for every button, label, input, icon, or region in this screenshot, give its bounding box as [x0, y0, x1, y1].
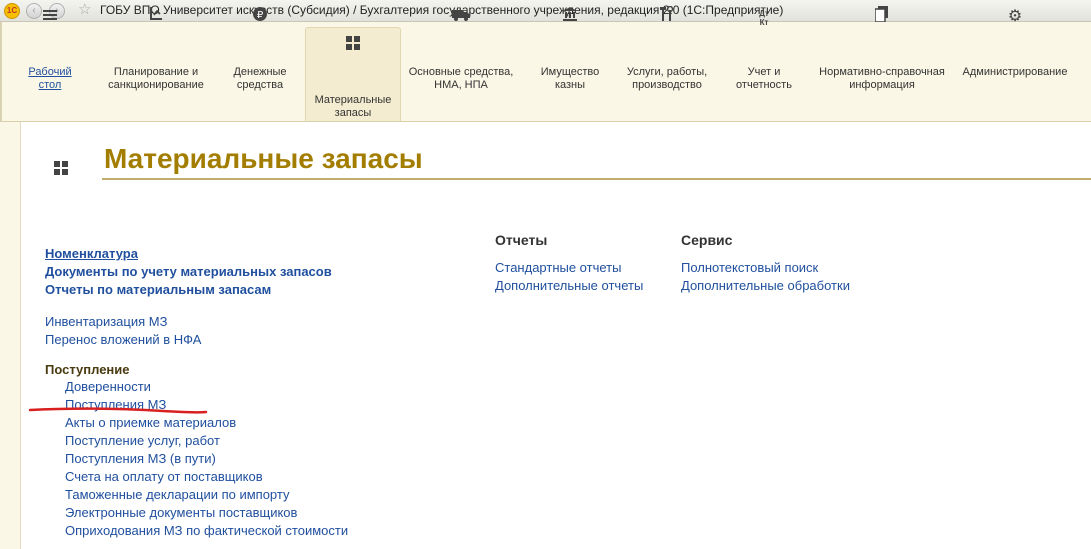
- group-title-receipt: Поступление: [45, 362, 130, 377]
- section-fixed-assets[interactable]: Основные средства, НМА, НПА: [405, 6, 517, 92]
- section-services[interactable]: Услуги, работы, производство: [619, 5, 715, 92]
- link-material-documents[interactable]: Документы по учету материальных запасов: [45, 264, 332, 279]
- reports-heading: Отчеты: [495, 232, 548, 248]
- link-additional-reports[interactable]: Дополнительные отчеты: [495, 278, 643, 293]
- link-nomenclature[interactable]: Номенклатура: [45, 246, 138, 261]
- link-services-receipt[interactable]: Поступление услуг, работ: [65, 433, 220, 448]
- menu-lines-icon: [22, 6, 78, 28]
- section-accounting[interactable]: Дт Кт Учет и отчетность: [734, 6, 794, 92]
- section-label: Основные средства, НМА, НПА: [408, 66, 514, 91]
- gear-icon: ⚙: [1007, 8, 1023, 25]
- link-mz-in-transit[interactable]: Поступления МЗ (в пути): [65, 451, 216, 466]
- app-logo-icon: 1С: [4, 3, 20, 19]
- link-material-reports[interactable]: Отчеты по материальным запасам: [45, 282, 271, 297]
- section-planning[interactable]: Планирование и санкционирование: [102, 6, 210, 92]
- section-materials[interactable]: Материальные запасы: [305, 27, 401, 122]
- red-highlight-mark: [28, 407, 208, 414]
- section-money[interactable]: ₽ Денежные средства: [226, 6, 294, 92]
- star-icon[interactable]: ☆: [78, 1, 91, 19]
- title-underline: [102, 178, 1091, 180]
- bank-icon: [536, 6, 604, 28]
- section-treasury[interactable]: Имущество казны: [536, 6, 604, 92]
- reference-book-icon: [815, 6, 949, 28]
- link-nfa-transfer[interactable]: Перенос вложений в НФА: [45, 332, 201, 347]
- page-title: Материальные запасы: [104, 143, 423, 174]
- link-additional-processing[interactable]: Дополнительные обработки: [681, 278, 850, 293]
- link-customs-declarations[interactable]: Таможенные декларации по импорту: [65, 487, 289, 502]
- section-admin[interactable]: ⚙ Администрирование: [958, 6, 1072, 79]
- dt-kt-icon: Дт Кт: [759, 9, 769, 27]
- section-reference[interactable]: Нормативно-справочная информация: [815, 6, 949, 92]
- link-supplier-edocs[interactable]: Электронные документы поставщиков: [65, 505, 297, 520]
- section-label: Планирование и санкционирование: [108, 66, 204, 91]
- section-label: Рабочий стол: [28, 66, 72, 91]
- section-label: Услуги, работы, производство: [626, 66, 708, 91]
- tools-icon: [619, 5, 715, 28]
- panel-border: [0, 22, 2, 122]
- section-label: Нормативно-справочная информация: [819, 66, 945, 91]
- ruble-icon: ₽: [226, 6, 294, 28]
- link-inventory[interactable]: Инвентаризация МЗ: [45, 314, 167, 329]
- section-label: Денежные средства: [233, 66, 287, 91]
- link-power-of-attorney[interactable]: Доверенности: [65, 379, 151, 394]
- link-supplier-invoices[interactable]: Счета на оплату от поставщиков: [65, 469, 263, 484]
- service-heading: Сервис: [681, 232, 733, 248]
- grid-icon: [306, 34, 400, 56]
- section-label: Материальные запасы: [314, 94, 392, 119]
- planning-icon: [102, 6, 210, 28]
- section-label: Имущество казны: [540, 66, 600, 91]
- section-label: Администрирование: [962, 66, 1068, 78]
- grid-icon: [54, 161, 68, 180]
- section-label: Учет и отчетность: [736, 66, 792, 91]
- link-fulltext-search[interactable]: Полнотекстовый поиск: [681, 260, 818, 275]
- section-desktop[interactable]: Рабочий стол: [22, 6, 78, 92]
- link-standard-reports[interactable]: Стандартные отчеты: [495, 260, 621, 275]
- svg-text:₽: ₽: [257, 10, 264, 21]
- truck-icon: [405, 6, 517, 28]
- link-actual-cost-receipts[interactable]: Оприходования МЗ по фактической стоимост…: [65, 523, 348, 538]
